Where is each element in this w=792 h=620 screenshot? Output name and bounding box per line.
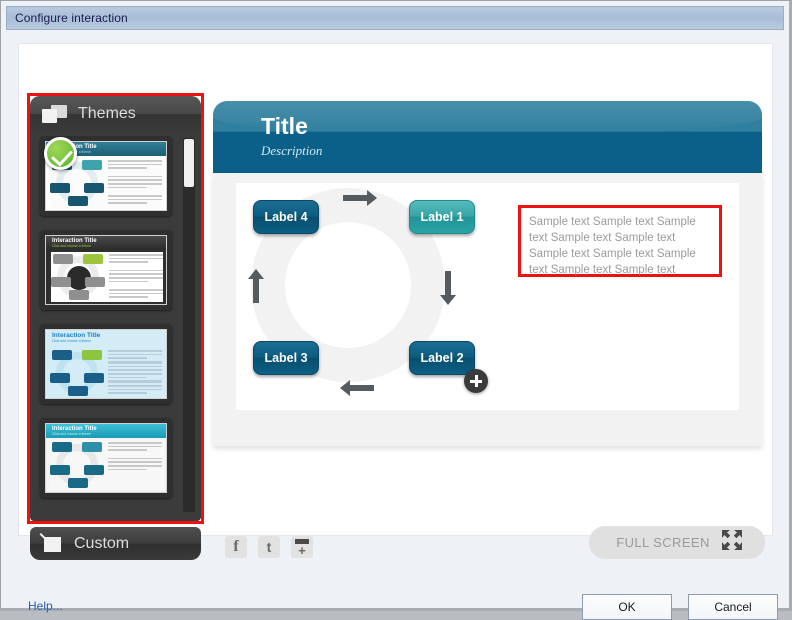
thumb-node [82,160,102,170]
themes-scrollbar[interactable] [183,138,195,512]
thumb-node [53,254,73,264]
thumb-subtitle: Click and choose a theme [52,339,92,343]
thumb-node [82,442,102,452]
thumb-subtitle: Click and choose a theme [52,432,92,436]
theme-thumbnail-4[interactable]: Interaction Title Click and choose a the… [40,418,172,498]
thumb-node [82,350,102,360]
dialog-body: Themes Interaction Title Click and choos… [6,31,784,620]
window-titlebar: Configure interaction [6,6,784,30]
custom-theme-label: Custom [74,534,130,552]
cycle-node-label-2[interactable]: Label 2 [409,341,475,375]
thumb-node [68,386,88,396]
fullscreen-button[interactable]: FULL SCREEN [589,526,765,559]
thumb-node [50,183,70,193]
thumb-text-lines [108,160,162,206]
share-glyph: + [298,542,306,558]
cycle-diagram: Label 4 Label 1 Label 3 Label 2 Sample t… [236,183,739,410]
cycle-node-label: Label 2 [420,351,464,365]
thumb-stage [50,348,164,398]
themes-panel-header: Themes [30,96,201,132]
preview-header: Title Description [213,101,762,173]
cycle-node-label-4[interactable]: Label 4 [253,200,319,234]
twitter-glyph: t [266,539,272,555]
theme-thumbnail-3[interactable]: Interaction Title Click and choose a the… [40,324,172,404]
thumb-node [51,277,71,287]
theme-thumbnail-preview: Interaction Title Click and choose a the… [45,329,167,399]
configure-interaction-dialog: Configure interaction Themes Interaction… [0,0,792,620]
add-step-button[interactable] [464,369,488,393]
fullscreen-label: FULL SCREEN [616,535,710,550]
facebook-glyph: f [233,538,239,555]
thumb-stage [50,440,164,491]
cycle-node-label-1[interactable]: Label 1 [409,200,475,234]
ok-button[interactable]: OK [582,594,672,620]
theme-thumbnail-preview: Interaction Title Click and choose a the… [45,235,167,305]
preview-stage: Label 4 Label 1 Label 3 Label 2 Sample t… [213,173,762,446]
check-circle-icon [44,137,77,170]
thumb-node [68,478,88,488]
thumb-node [52,442,72,452]
thumb-node [84,465,104,475]
themes-panel-title: Themes [78,105,136,122]
window-title: Configure interaction [15,11,128,25]
cancel-button[interactable]: Cancel [688,594,778,620]
themes-list[interactable]: Interaction Title Click and choose a the… [36,136,182,513]
share-icon[interactable]: + [291,536,313,558]
thumb-node [84,183,104,193]
custom-theme-button[interactable]: Custom [30,527,201,560]
thumb-node [50,465,70,475]
sample-text: Sample text Sample text Sample text Samp… [529,216,696,276]
twitter-icon[interactable]: t [258,536,280,558]
theme-thumbnail-preview: Interaction Title Click and choose a the… [45,423,167,493]
thumb-header: Interaction Title Click and choose a the… [46,424,166,438]
arrow-up-icon [247,267,265,305]
thumb-node [84,373,104,383]
themes-panel: Themes Interaction Title Click and choos… [30,96,201,521]
expand-arrows-icon [721,529,751,556]
facebook-icon[interactable]: f [225,536,247,558]
cycle-node-label: Label 3 [264,351,308,365]
thumb-header: Interaction Title Click and choose a the… [46,330,166,346]
sample-text-box[interactable]: Sample text Sample text Sample text Samp… [518,205,722,277]
pencil-icon [39,532,64,554]
thumb-header: Interaction Title Click and choose a the… [46,236,166,250]
thumb-text-lines [108,350,162,396]
thumb-text-lines [109,254,163,300]
cycle-node-label-3[interactable]: Label 3 [253,341,319,375]
theme-thumbnail-2[interactable]: Interaction Title Click and choose a the… [40,230,172,310]
thumb-node [52,350,72,360]
theme-thumbnail-1[interactable]: Interaction Title Click and choose a the… [40,136,172,216]
thumb-title: Interaction Title [52,332,101,339]
thumb-text-lines [108,442,162,472]
interaction-preview: Title Description Label 4 Label 1 Label … [213,101,762,446]
thumb-node [50,373,70,383]
share-bar [295,539,309,544]
arrow-left-icon [338,379,376,397]
thumb-node [68,196,88,206]
cycle-node-label: Label 4 [264,210,308,224]
cards-icon [42,105,68,123]
thumb-subtitle: Click and choose a theme [52,244,92,248]
thumb-stage [51,252,163,302]
arrow-right-icon [341,189,379,207]
thumb-node [83,254,103,264]
preview-title: Title [261,113,308,139]
thumb-node [85,277,105,287]
preview-description: Description [261,143,323,158]
social-share-row: f t + [225,536,313,558]
arrow-down-icon [439,269,457,307]
cycle-node-label: Label 1 [420,210,464,224]
thumb-node [69,290,89,300]
themes-scrollbar-thumb[interactable] [184,139,194,187]
